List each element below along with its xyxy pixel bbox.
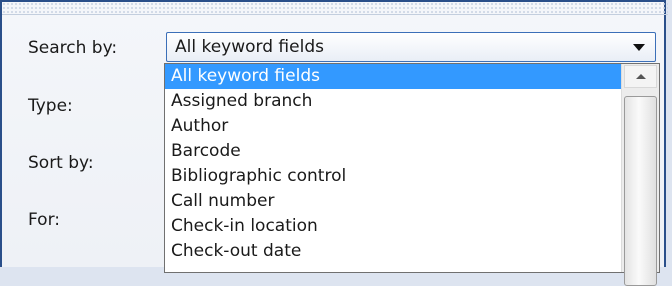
search-by-label: Search by: <box>28 38 118 58</box>
dropdown-option-check-out-date[interactable]: Check-out date <box>165 239 621 264</box>
for-label: For: <box>28 210 60 230</box>
dropdown-option-assigned-branch[interactable]: Assigned branch <box>165 89 621 114</box>
search-by-dropdown-list[interactable]: All keyword fields Assigned branch Autho… <box>164 63 660 286</box>
sort-by-label: Sort by: <box>28 153 94 173</box>
panel-header-strip <box>2 2 668 15</box>
type-label: Type: <box>28 96 73 116</box>
search-by-selected-value: All keyword fields <box>175 37 324 57</box>
arrow-up-icon[interactable] <box>624 65 657 88</box>
dropdown-scrollbar[interactable] <box>621 64 659 286</box>
dropdown-option-all-keyword-fields[interactable]: All keyword fields <box>165 64 621 89</box>
dropdown-option-bibliographic-control[interactable]: Bibliographic control <box>165 164 621 189</box>
dropdown-options: All keyword fields Assigned branch Autho… <box>165 64 621 264</box>
scrollbar-thumb[interactable] <box>624 96 657 286</box>
dropdown-option-author[interactable]: Author <box>165 114 621 139</box>
chevron-down-icon[interactable] <box>633 44 645 51</box>
dropdown-option-barcode[interactable]: Barcode <box>165 139 621 164</box>
search-by-select[interactable]: All keyword fields <box>166 32 656 62</box>
dropdown-option-call-number[interactable]: Call number <box>165 189 621 214</box>
dropdown-option-check-in-location[interactable]: Check-in location <box>165 214 621 239</box>
